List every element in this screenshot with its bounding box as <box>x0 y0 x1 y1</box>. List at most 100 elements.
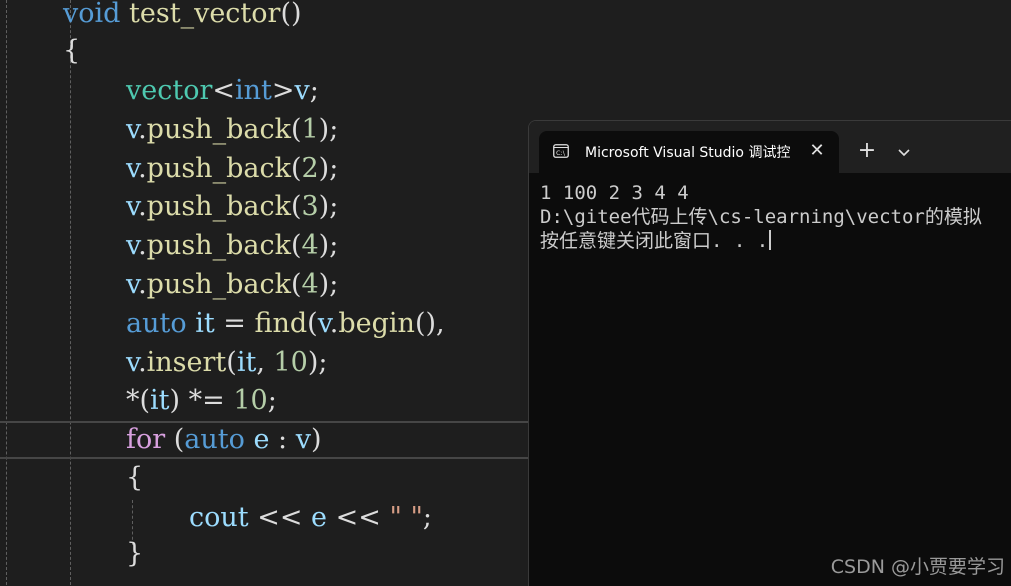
punctuation: > <box>271 75 295 106</box>
punctuation: . <box>138 114 147 145</box>
punctuation: < <box>212 75 235 106</box>
indent-guide <box>70 0 71 585</box>
terminal-tab-bar: C:\ Microsoft Visual Studio 调试控 ✕ + <box>529 121 1011 173</box>
code-line-10[interactable]: v.insert(it, 10); <box>126 344 328 382</box>
punctuation: ( <box>226 347 237 378</box>
string-literal: " " <box>389 502 423 533</box>
indent-guide <box>6 0 7 585</box>
output-line-prompt: 按任意键关闭此窗口. . . <box>540 229 1011 253</box>
variable: v <box>126 347 139 378</box>
function-name: find <box>254 308 308 339</box>
control-keyword: for <box>126 424 166 455</box>
punctuation: ; <box>267 385 277 416</box>
code-line-11[interactable]: *(it) *= 10; <box>126 382 277 420</box>
chevron-down-icon[interactable] <box>893 141 915 163</box>
function-name: test_vector <box>129 0 281 29</box>
code-line-2[interactable]: { <box>63 32 80 70</box>
code-line-7[interactable]: v.push_back(4); <box>126 227 338 265</box>
operator: *( <box>126 385 151 416</box>
variable: v <box>126 153 139 184</box>
console-icon: C:\ <box>553 144 569 158</box>
punctuation: ( <box>290 153 302 184</box>
text-cursor <box>769 230 772 250</box>
punctuation: () <box>280 0 302 29</box>
punctuation: , <box>256 347 274 378</box>
keyword: auto <box>184 424 245 455</box>
variable: v <box>295 424 311 455</box>
punctuation: (), <box>414 308 445 339</box>
close-brace: } <box>126 538 144 569</box>
function-name: push_back <box>146 269 291 300</box>
close-tab-button[interactable]: ✕ <box>805 139 829 163</box>
operator: ) *= <box>169 385 234 416</box>
variable: cout <box>189 502 249 533</box>
punctuation: . <box>138 230 147 261</box>
punctuation: ); <box>307 347 328 378</box>
new-tab-button[interactable]: + <box>855 139 879 163</box>
code-line-4[interactable]: v.push_back(1); <box>126 111 338 149</box>
variable: e <box>311 502 328 533</box>
function-name: push_back <box>146 114 291 145</box>
terminal-window[interactable]: C:\ Microsoft Visual Studio 调试控 ✕ + 1 10… <box>528 120 1011 586</box>
keyword: void <box>63 0 121 29</box>
punctuation: . <box>138 191 147 222</box>
function-name: push_back <box>146 191 291 222</box>
punctuation: ( <box>307 308 318 339</box>
variable: it <box>236 347 257 378</box>
variable: v <box>126 230 139 261</box>
punctuation: ); <box>318 191 339 222</box>
punctuation: ); <box>318 114 339 145</box>
punctuation: ); <box>318 230 339 261</box>
function-name: insert <box>146 347 227 378</box>
punctuation: : <box>269 424 296 455</box>
code-line-8[interactable]: v.push_back(4); <box>126 266 338 304</box>
code-line-6[interactable]: v.push_back(3); <box>126 188 338 226</box>
code-line-12[interactable]: for (auto e : v) <box>126 421 322 459</box>
svg-text:C:\: C:\ <box>556 149 566 157</box>
variable: v <box>294 75 310 106</box>
number-literal: 10 <box>233 385 268 416</box>
punctuation: ); <box>318 153 339 184</box>
punctuation: ); <box>318 269 339 300</box>
code-line-15[interactable]: } <box>126 535 143 573</box>
open-brace: { <box>63 35 81 66</box>
punctuation: ( <box>290 191 302 222</box>
operator: << <box>248 502 312 533</box>
terminal-tab-title: Microsoft Visual Studio 调试控 <box>585 145 791 161</box>
open-brace: { <box>126 462 144 493</box>
variable: v <box>317 308 330 339</box>
punctuation: . <box>138 269 147 300</box>
output-line: 按任意键关闭此窗口. . . <box>540 230 769 252</box>
code-line-9[interactable]: auto it = find(v.begin(), <box>126 305 445 343</box>
terminal-tab[interactable]: C:\ Microsoft Visual Studio 调试控 ✕ <box>539 131 839 173</box>
code-line-13[interactable]: { <box>126 459 143 497</box>
variable: it <box>195 308 215 339</box>
punctuation: ( <box>290 269 302 300</box>
function-name: push_back <box>146 230 291 261</box>
punctuation: . <box>138 347 147 378</box>
watermark: CSDN @小贾要学习 <box>830 556 1005 578</box>
code-line-14[interactable]: cout << e << " "; <box>189 499 432 537</box>
code-line-1[interactable]: void test_vector() <box>63 0 302 33</box>
number-literal: 10 <box>273 347 308 378</box>
variable: v <box>126 269 139 300</box>
code-line-5[interactable]: v.push_back(2); <box>126 150 338 188</box>
function-name: begin <box>338 308 415 339</box>
number-literal: 2 <box>301 153 319 184</box>
punctuation: ; <box>309 75 319 106</box>
variable: v <box>126 114 139 145</box>
variable: v <box>126 191 139 222</box>
punctuation: ( <box>290 114 302 145</box>
variable: e <box>253 424 270 455</box>
number-literal: 4 <box>301 269 319 300</box>
punctuation: ; <box>422 502 432 533</box>
output-line: 1 100 2 3 4 4 <box>540 182 689 204</box>
keyword: int <box>235 75 272 106</box>
keyword: auto <box>126 308 187 339</box>
punctuation: ( <box>290 230 302 261</box>
number-literal: 1 <box>301 114 319 145</box>
type-name: vector <box>126 75 213 106</box>
code-line-3[interactable]: vector<int>v; <box>126 72 319 110</box>
function-name: push_back <box>146 153 291 184</box>
terminal-output[interactable]: 1 100 2 3 4 4 D:\gitee代码上传\cs-learning\v… <box>540 181 1011 253</box>
